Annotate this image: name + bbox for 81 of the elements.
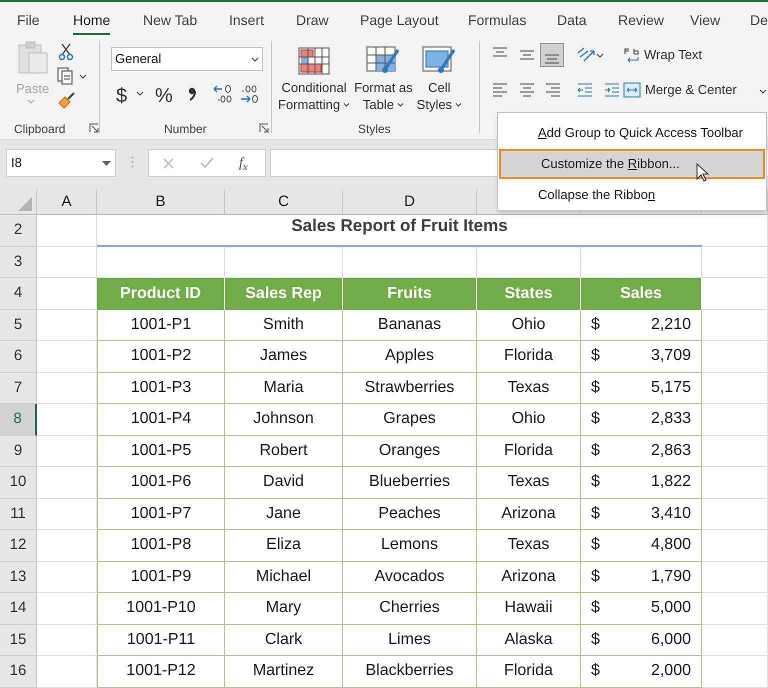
table-cell: Martinez — [225, 656, 343, 688]
table-cell: 1001-P8 — [97, 530, 225, 562]
currency-symbol: $ — [591, 314, 600, 335]
table-cell: 1001-P3 — [97, 372, 225, 404]
table-cell: Blackberries — [343, 656, 477, 688]
table-cell: Mary — [225, 593, 343, 624]
table-cell: James — [225, 341, 343, 372]
table-cell: Bananas — [343, 310, 477, 341]
table-cell: Jane — [225, 498, 343, 530]
table-cell: Blueberries — [343, 467, 477, 498]
table-cell: Smith — [225, 310, 343, 341]
table-cell: Ohio — [477, 310, 581, 341]
group-label: Styles — [358, 121, 391, 138]
sales-amount: 3,410 — [650, 504, 691, 524]
sales-amount: 6,000 — [650, 630, 691, 650]
sales-amount: 3,709 — [650, 346, 691, 366]
table-cell: Apples — [343, 341, 477, 372]
currency-symbol: $ — [591, 566, 600, 587]
sales-amount: 2,833 — [650, 409, 691, 430]
table-cell: Hawaii — [477, 593, 581, 624]
table-cell: 1001-P12 — [97, 656, 225, 688]
sales-amount: 2,000 — [650, 661, 691, 682]
currency-symbol: $ — [591, 472, 600, 492]
table-cell: 1001-P1 — [97, 310, 225, 341]
table-header-cell: Fruits — [343, 278, 477, 310]
table-cell: 1001-P6 — [97, 467, 225, 498]
table-cell: Michael — [225, 562, 343, 593]
table-cell: Limes — [343, 624, 477, 656]
table-cell: 1001-P7 — [97, 498, 225, 530]
table-cell: Maria — [225, 372, 343, 404]
sales-amount: 2,210 — [650, 314, 691, 335]
table-cell: Strawberries — [343, 372, 477, 404]
table-cell: Ohio — [477, 404, 581, 436]
group-label: Clipboard — [14, 121, 66, 138]
sales-amount: 1,822 — [650, 472, 691, 492]
table-cell: Eliza — [225, 530, 343, 562]
table-cell: 1001-P10 — [97, 593, 225, 624]
sales-amount: 1,790 — [650, 566, 691, 587]
table-cell: Florida — [477, 656, 581, 688]
table-header-cell: Sales Rep — [225, 278, 343, 310]
table-cell: Arizona — [477, 498, 581, 530]
table-cell: Johnson — [225, 404, 343, 436]
table-cell: Avocados — [343, 562, 477, 593]
table-cell: Texas — [477, 530, 581, 562]
table-cell: Alaska — [477, 624, 581, 656]
table-header-cell: Sales — [581, 278, 702, 310]
table-cell: Arizona — [477, 562, 581, 593]
group-label: Number — [164, 121, 207, 138]
currency-symbol: $ — [591, 504, 600, 524]
currency-symbol: $ — [591, 409, 600, 430]
table-cell: Lemons — [343, 530, 477, 562]
table-cell: 1001-P2 — [97, 341, 225, 372]
currency-symbol: $ — [591, 535, 600, 556]
table-cell: Peaches — [343, 498, 477, 530]
sales-amount: 2,863 — [650, 440, 691, 461]
table-cell: Texas — [477, 372, 581, 404]
table-cell: 1001-P5 — [97, 436, 225, 467]
currency-symbol: $ — [591, 630, 600, 650]
table-header-cell: States — [477, 278, 581, 310]
table-cell: 1001-P11 — [97, 624, 225, 656]
table-cell: Robert — [225, 436, 343, 467]
table-cell: 1001-P9 — [97, 562, 225, 593]
report-title: Sales Report of Fruit Items — [97, 215, 702, 246]
currency-symbol: $ — [591, 661, 600, 682]
table-cell: Oranges — [343, 436, 477, 467]
currency-symbol: $ — [591, 440, 600, 461]
table-cell: Texas — [477, 467, 581, 498]
sales-amount: 4,800 — [650, 535, 691, 556]
table-cell: David — [225, 467, 343, 498]
currency-symbol: $ — [591, 598, 600, 618]
currency-symbol: $ — [591, 346, 600, 366]
currency-symbol: $ — [591, 378, 600, 398]
table-cell: Grapes — [343, 404, 477, 436]
table-cell: Cherries — [343, 593, 477, 624]
table-cell: Florida — [477, 341, 581, 372]
sales-amount: 5,000 — [650, 598, 691, 618]
table-cell: 1001-P4 — [97, 404, 225, 436]
table-header-cell: Product ID — [97, 278, 225, 310]
table-cell: Clark — [225, 624, 343, 656]
sales-amount: 5,175 — [650, 378, 691, 398]
table-cell: Florida — [477, 436, 581, 467]
